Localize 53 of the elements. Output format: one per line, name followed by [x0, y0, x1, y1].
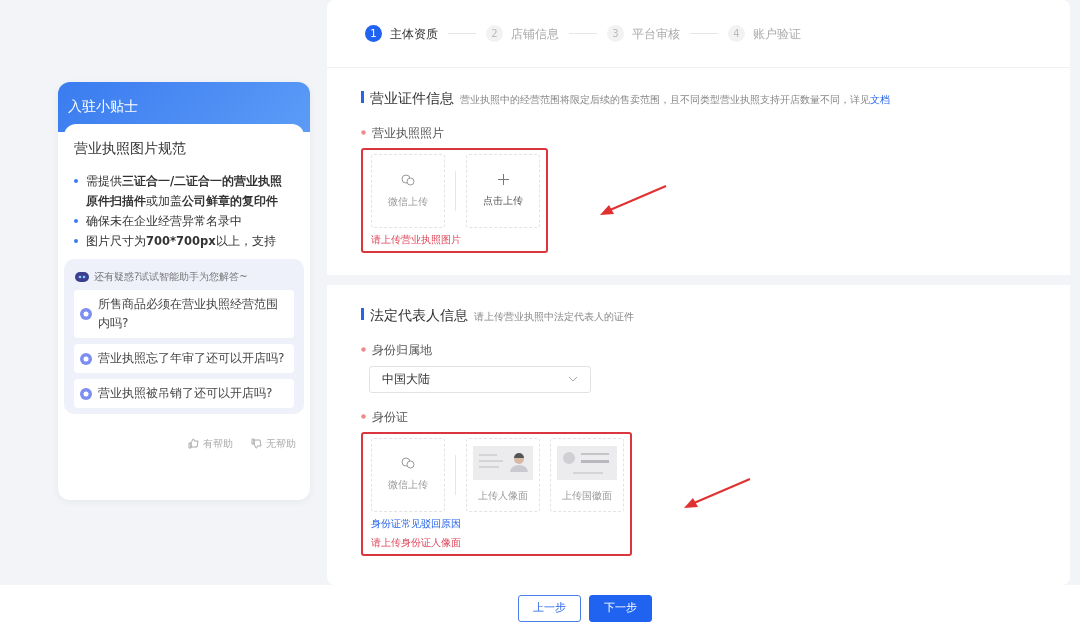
help-link[interactable]: 身份证常见驳回原因 — [371, 515, 624, 531]
upload-tile[interactable]: 上传国徽面 — [550, 437, 624, 512]
question-card[interactable]: 营业执照忘了年审了还可以开店吗? — [74, 344, 294, 373]
question-card[interactable]: 营业执照被吊销了还可以开店吗? — [74, 379, 294, 408]
question-icon — [80, 308, 92, 320]
step-item[interactable]: 1 主体资质 — [365, 24, 438, 43]
chat-bubbles-icon — [401, 457, 415, 470]
section-description: 请上传营业执照中法定代表人的证件 — [474, 310, 634, 325]
question-text: 所售商品必须在营业执照经营范围内吗? — [98, 296, 279, 332]
chat-bubbles-icon — [401, 173, 415, 186]
field-label: 身份证 — [372, 408, 408, 426]
bullet-icon — [74, 179, 78, 183]
section-marker — [361, 91, 364, 103]
thumbs-up-icon[interactable] — [188, 438, 199, 449]
upload-tile[interactable]: 微信上传 — [371, 437, 445, 512]
upload-tile[interactable]: 上传人像面 — [466, 437, 540, 512]
feedback-label: 无帮助 — [266, 437, 296, 451]
question-card[interactable]: 所售商品必须在营业执照经营范围内吗? — [74, 290, 294, 338]
question-icon — [80, 352, 92, 365]
upload-tile[interactable]: 微信上传 — [371, 154, 445, 229]
assistant-prompt: 还有疑惑?试试智能助手为您解答~ — [94, 270, 248, 284]
bullet-icon — [74, 219, 78, 223]
section-title: 法定代表人信息 — [370, 306, 468, 326]
annotation-arrow — [682, 476, 752, 511]
tip-text: 需提供三证合一/二证合一的营业执照原件扫描件或加盖公司鲜章的复印件 — [86, 173, 284, 210]
region-select[interactable]: 中国大陆 — [369, 365, 591, 393]
tip-text: 确保未在企业经营异常名录中 — [86, 213, 242, 230]
id-card-portrait-drawing — [473, 446, 533, 481]
chevron-down-icon — [568, 376, 578, 382]
tips-title: 入驻小贴士 — [68, 98, 138, 114]
feedback-label: 有帮助 — [203, 437, 233, 451]
question-text: 营业执照忘了年审了还可以开店吗? — [98, 350, 285, 367]
id-card-emblem-drawing — [557, 446, 617, 481]
error-message: 请上传营业执照图片 — [371, 233, 462, 248]
bullet-icon — [74, 239, 78, 243]
next-button[interactable]: 下一步 — [589, 595, 652, 622]
tips-heading: 营业执照图片规范 — [74, 139, 187, 158]
robot-icon — [74, 270, 90, 283]
question-text: 营业执照被吊销了还可以开店吗? — [98, 385, 273, 402]
annotation-arrow — [598, 183, 668, 218]
upload-tile[interactable]: 点击上传 — [466, 154, 540, 229]
question-icon — [80, 387, 92, 400]
doc-link[interactable]: 文档 — [870, 94, 890, 105]
section-marker — [361, 308, 364, 321]
tip-text: 图片尺寸为700*700px以上，支持 — [86, 233, 276, 250]
field-label: 身份归属地 — [372, 342, 432, 360]
section-description: 营业执照中的经营范围将限定后续的售卖范围，且不同类型营业执照支持开店数量不同，详见文档 — [460, 93, 890, 107]
section-title: 营业证件信息 — [370, 89, 454, 108]
plus-icon — [497, 174, 509, 186]
previous-button[interactable]: 上一步 — [518, 595, 581, 622]
error-message: 请上传身份证人像面 — [371, 535, 462, 550]
field-label: 营业执照照片 — [372, 125, 444, 142]
thumbs-down-icon[interactable] — [251, 438, 262, 449]
